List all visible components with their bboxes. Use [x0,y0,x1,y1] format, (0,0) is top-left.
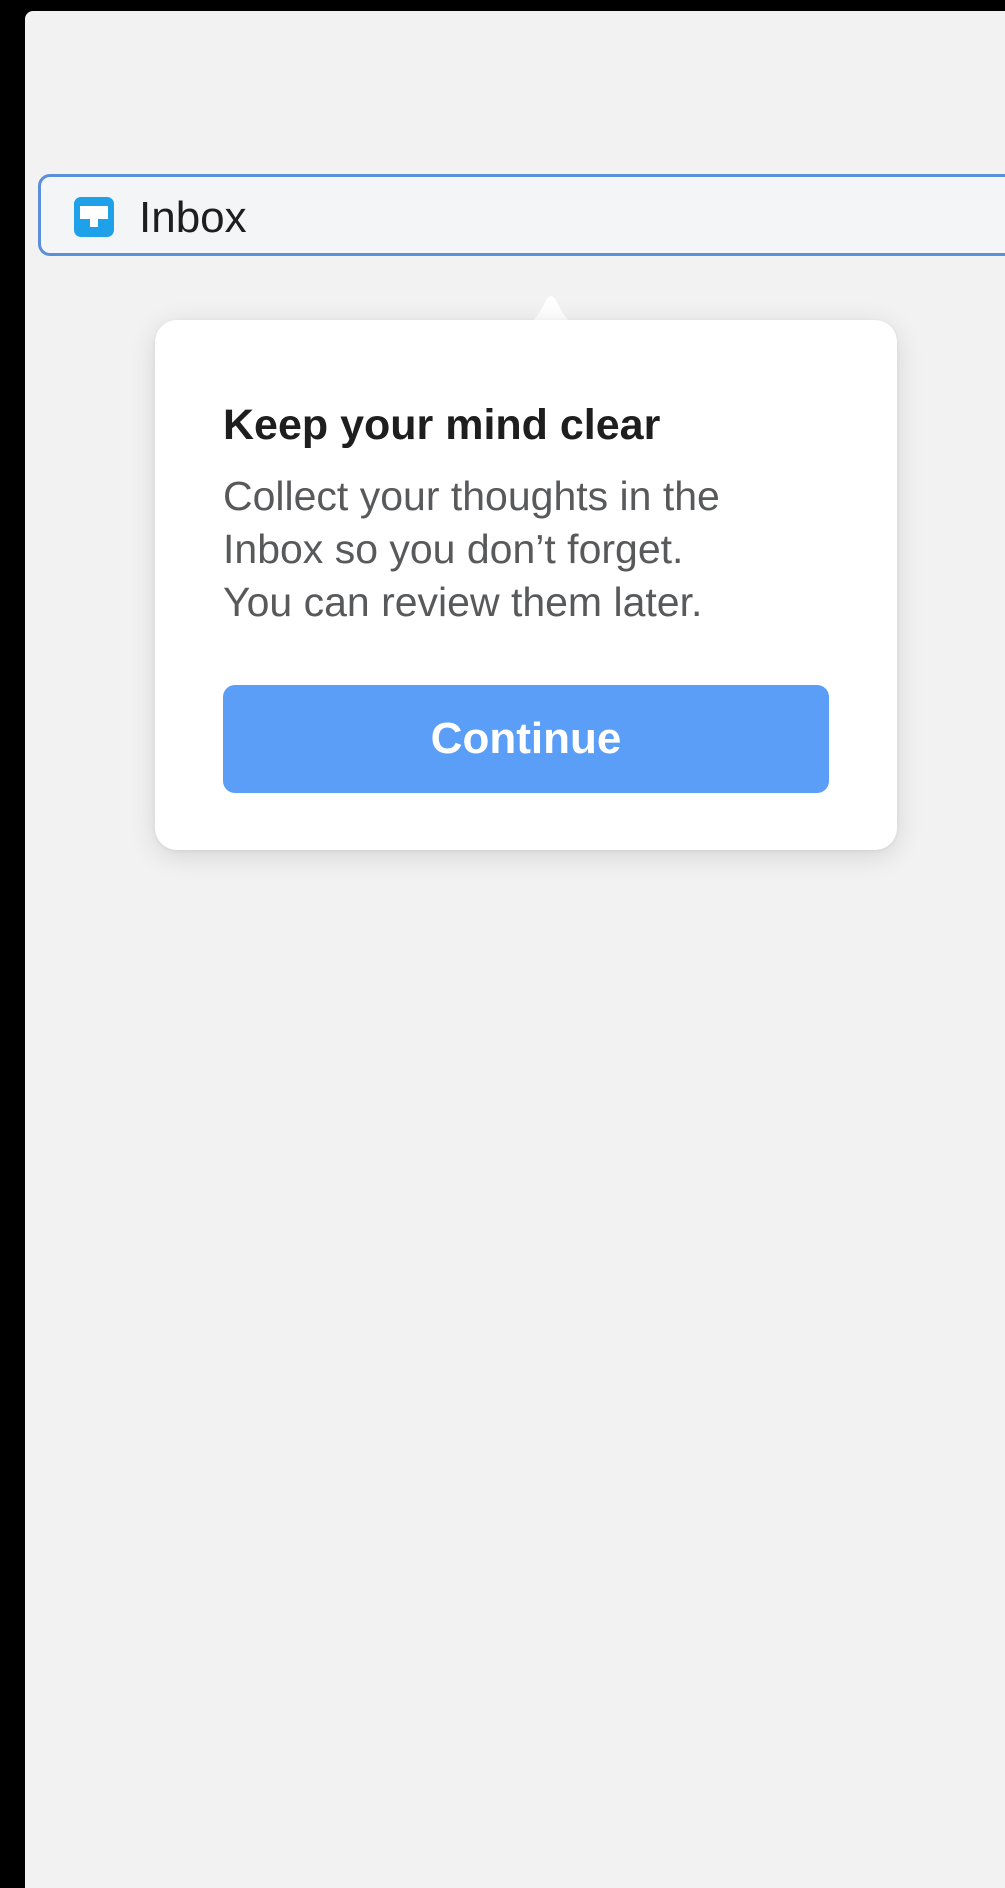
inbox-label: Inbox [139,193,247,242]
onboarding-popover: Keep your mind clear Collect your though… [155,320,897,850]
inbox-tray-icon [74,197,114,237]
popover-title: Keep your mind clear [223,401,661,449]
app-screen: Inbox Keep your mind clear Collect your … [25,11,1005,1888]
inbox-row[interactable]: Inbox [38,174,1005,256]
continue-button[interactable]: Continue [223,685,829,793]
popover-description: Collect your thoughts in the Inbox so yo… [223,473,720,625]
